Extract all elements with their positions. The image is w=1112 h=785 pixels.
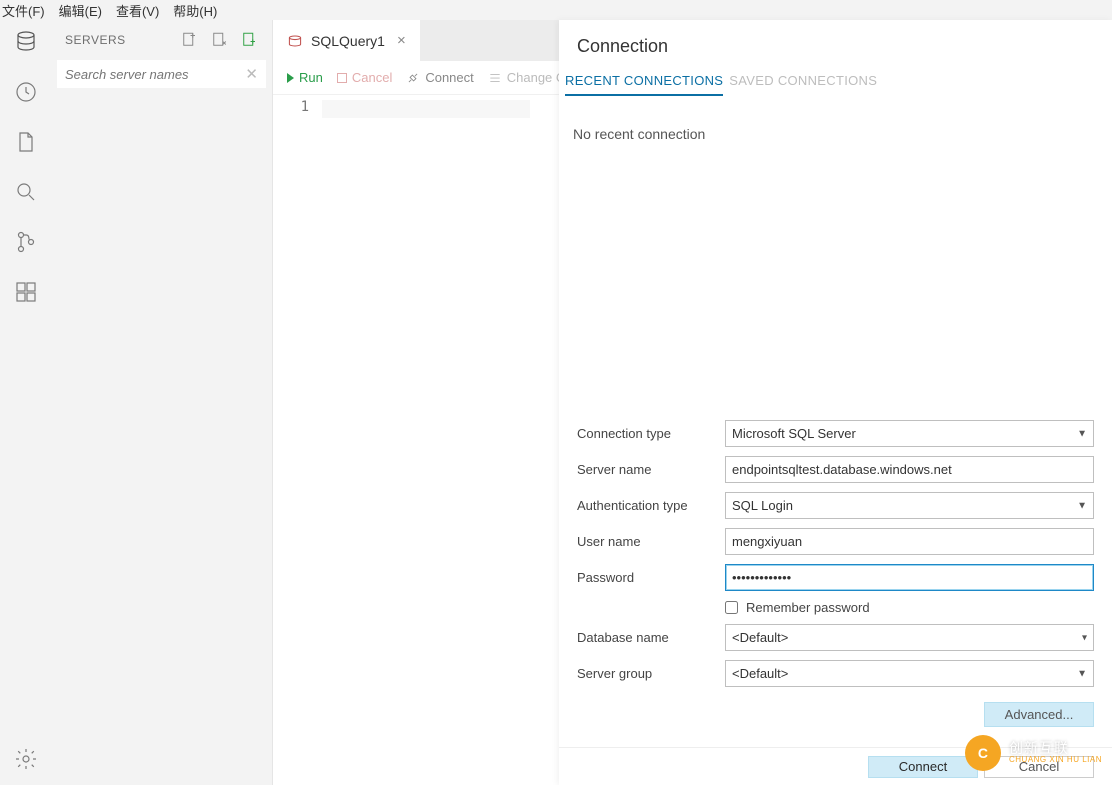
new-query-icon[interactable] [210,31,228,49]
label-server-group: Server group [577,666,725,681]
close-tab-icon[interactable]: × [397,32,406,49]
menu-help[interactable]: 帮助(H) [173,1,217,20]
watermark-subtext: CHUANG XIN HU LIAN [1009,756,1102,765]
label-connection-type: Connection type [577,426,725,441]
remember-password-checkbox[interactable] [725,601,738,614]
menu-file[interactable]: 文件(F) [2,1,45,20]
server-name-input[interactable] [725,456,1094,483]
source-control-icon[interactable] [12,228,40,256]
sidebar-title: SERVERS [65,33,126,47]
tab-saved-connections[interactable]: SAVED CONNECTIONS [729,67,877,96]
label-password: Password [577,570,725,585]
cancel-button[interactable]: Cancel [337,70,392,85]
new-connection-icon[interactable] [180,31,198,49]
connect-submit-button[interactable]: Connect [868,756,978,778]
sql-file-icon [287,35,303,47]
server-search[interactable]: ✕ [57,60,266,88]
settings-icon[interactable] [12,745,40,773]
password-input[interactable] [725,564,1094,591]
clear-search-icon[interactable]: ✕ [245,65,258,83]
user-name-input[interactable] [725,528,1094,555]
line-number: 1 [273,95,321,785]
panel-title: Connection [559,20,1112,67]
watermark: C 创新互联 CHUANG XIN HU LIAN [965,735,1102,771]
tab-label: SQLQuery1 [311,33,385,49]
menu-view[interactable]: 查看(V) [116,1,159,20]
menu-edit[interactable]: 编辑(E) [59,1,102,20]
auth-type-select[interactable]: SQL Login [725,492,1094,519]
connection-type-select[interactable]: Microsoft SQL Server [725,420,1094,447]
advanced-button[interactable]: Advanced... [984,702,1094,727]
run-button[interactable]: Run [287,70,323,85]
tab-sqlquery1[interactable]: SQLQuery1 × [273,20,420,61]
menu-bar: 文件(F) 编辑(E) 查看(V) 帮助(H) [0,0,1112,20]
label-database-name: Database name [577,630,725,645]
code-editor-line[interactable] [321,99,531,119]
label-user-name: User name [577,534,725,549]
connection-panel: Connection RECENT CONNECTIONS SAVED CONN… [559,20,1112,785]
activity-bar [0,20,51,785]
servers-icon[interactable] [12,28,40,56]
recent-connections-empty: No recent connection [559,96,1112,172]
server-search-input[interactable] [65,67,245,82]
watermark-logo: C [965,735,1001,771]
label-server-name: Server name [577,462,725,477]
watermark-text: 创新互联 [1009,741,1102,756]
database-name-select[interactable]: <Default> [725,624,1094,651]
label-remember-password: Remember password [746,600,870,615]
tasks-icon[interactable] [12,78,40,106]
connect-button[interactable]: Connect [406,70,473,85]
servers-sidebar: SERVERS ✕ [51,20,273,785]
label-auth-type: Authentication type [577,498,725,513]
extensions-icon[interactable] [12,278,40,306]
new-group-icon[interactable] [240,31,258,49]
file-icon[interactable] [12,128,40,156]
tab-recent-connections[interactable]: RECENT CONNECTIONS [565,67,723,96]
connection-form: Connection type Microsoft SQL Server ▼ S… [559,420,1112,727]
search-icon[interactable] [12,178,40,206]
server-group-select[interactable]: <Default> [725,660,1094,687]
